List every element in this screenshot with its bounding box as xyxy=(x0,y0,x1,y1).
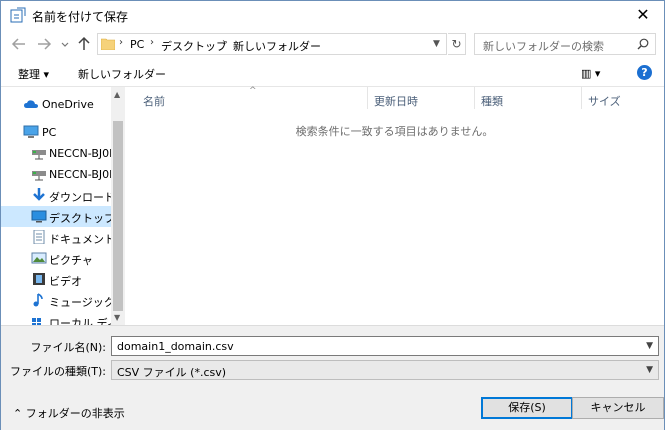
column-header-date-modified[interactable]: 更新日時 xyxy=(368,87,475,109)
hide-folders-toggle[interactable]: ⌃ フォルダーの非表示 xyxy=(13,405,125,421)
refresh-icon: ↻ xyxy=(451,37,462,51)
back-arrow-icon[interactable] xyxy=(11,36,27,52)
network-drive-icon xyxy=(32,171,46,181)
document-icon xyxy=(33,230,45,244)
network-drive-icon xyxy=(32,150,46,160)
cancel-button[interactable]: キャンセル xyxy=(572,397,664,419)
refresh-button[interactable]: ↻ xyxy=(448,33,466,55)
navigation-pane-scrollbar[interactable]: ▲ ▼ xyxy=(111,87,125,325)
picture-icon xyxy=(31,252,47,264)
filename-history-dropdown-icon[interactable]: ▼ xyxy=(646,341,653,351)
nav-item-network-drive-2[interactable]: NECCN-BJ0R- xyxy=(1,164,111,185)
cloud-icon xyxy=(24,100,38,108)
chevron-up-icon: ⌃ xyxy=(13,407,26,420)
filename-input[interactable]: domain1_domain.csv ▼ xyxy=(111,336,659,356)
filename-value[interactable]: domain1_domain.csv xyxy=(117,340,234,353)
save-options-panel: ファイル名(N): domain1_domain.csv ▼ ファイルの種類(T… xyxy=(1,325,664,430)
save-dialog-icon xyxy=(10,7,26,23)
save-button[interactable]: 保存(S) xyxy=(481,397,573,419)
scroll-up-icon[interactable]: ▲ xyxy=(114,90,120,99)
organize-button[interactable]: 整理 ▾ xyxy=(18,66,49,82)
breadcrumb-separator[interactable]: › xyxy=(222,37,226,48)
new-folder-button[interactable]: 新しいフォルダー xyxy=(78,66,166,82)
column-header-type[interactable]: 種類 xyxy=(475,87,582,109)
forward-arrow-icon[interactable] xyxy=(36,36,52,52)
scrollbar-thumb[interactable] xyxy=(113,121,123,311)
file-list: 名前 ^ 更新日時 種類 サイズ 検索条件に一致する項目はありません。 xyxy=(125,86,664,325)
nav-item-downloads[interactable]: ダウンロード xyxy=(1,185,111,206)
download-icon xyxy=(33,188,45,201)
folder-icon xyxy=(101,38,115,50)
nav-item-pictures[interactable]: ピクチャ xyxy=(1,248,111,269)
filetype-select[interactable]: CSV ファイル (*.csv) ▼ xyxy=(111,360,659,380)
filetype-label: ファイルの種類(T): xyxy=(9,365,106,378)
nav-item-network-drive-1[interactable]: NECCN-BJ0R- xyxy=(1,143,111,164)
breadcrumb-desktop[interactable]: デスクトップ xyxy=(161,38,227,54)
disk-icon xyxy=(32,318,41,325)
address-dropdown-icon[interactable]: ▼ xyxy=(433,39,440,49)
change-view-button[interactable]: ▥ ▾ xyxy=(581,67,600,80)
desktop-icon xyxy=(31,210,47,223)
filetype-value[interactable]: CSV ファイル (*.csv) xyxy=(117,364,226,380)
scroll-down-icon[interactable]: ▼ xyxy=(114,313,120,322)
breadcrumb-new-folder[interactable]: 新しいフォルダー xyxy=(233,38,321,54)
nav-item-documents[interactable]: ドキュメント xyxy=(1,227,111,248)
close-button[interactable]: ✕ xyxy=(630,3,656,27)
nav-item-desktop[interactable]: デスクトップ xyxy=(1,206,111,227)
empty-folder-message: 検索条件に一致する項目はありません。 xyxy=(295,125,494,138)
nav-item-pc[interactable]: PC xyxy=(1,122,111,143)
search-box[interactable]: 新しいフォルダーの検索 xyxy=(474,33,656,55)
nav-item-videos[interactable]: ビデオ xyxy=(1,269,111,290)
breadcrumb-separator: › xyxy=(119,37,123,48)
video-icon xyxy=(33,273,45,285)
filetype-dropdown-icon[interactable]: ▼ xyxy=(646,365,653,375)
recent-locations-chevron-icon[interactable] xyxy=(60,36,70,52)
save-as-dialog: 名前を付けて保存 ✕ › PC › デスクトップ › 新しいフォルダー ▼ ↻ … xyxy=(0,0,665,430)
navigation-pane: OneDrive PC NECCN-BJ0R- NECCN-BJ0R- ダウンロ… xyxy=(1,87,111,325)
up-arrow-icon[interactable] xyxy=(76,36,92,52)
sort-ascending-icon: ^ xyxy=(249,86,257,96)
help-icon[interactable]: ? xyxy=(637,65,652,80)
computer-icon xyxy=(23,125,39,138)
title-bar: 名前を付けて保存 ✕ xyxy=(1,1,664,29)
search-icon[interactable] xyxy=(637,38,649,50)
breadcrumb-pc[interactable]: PC xyxy=(130,38,144,51)
address-bar[interactable]: › PC › デスクトップ › 新しいフォルダー ▼ xyxy=(97,33,447,55)
command-toolbar: 整理 ▾ 新しいフォルダー ▥ ▾ ? xyxy=(1,61,664,85)
nav-item-onedrive[interactable]: OneDrive xyxy=(1,94,111,115)
column-header-size[interactable]: サイズ xyxy=(582,87,652,109)
music-icon xyxy=(33,293,43,307)
breadcrumb-separator[interactable]: › xyxy=(150,37,154,48)
window-title: 名前を付けて保存 xyxy=(32,10,129,24)
search-placeholder[interactable]: 新しいフォルダーの検索 xyxy=(483,38,604,54)
filename-label: ファイル名(N): xyxy=(30,341,106,354)
nav-item-local-disk[interactable]: ローカル ディスク xyxy=(1,311,111,325)
nav-item-music[interactable]: ミュージック xyxy=(1,290,111,311)
